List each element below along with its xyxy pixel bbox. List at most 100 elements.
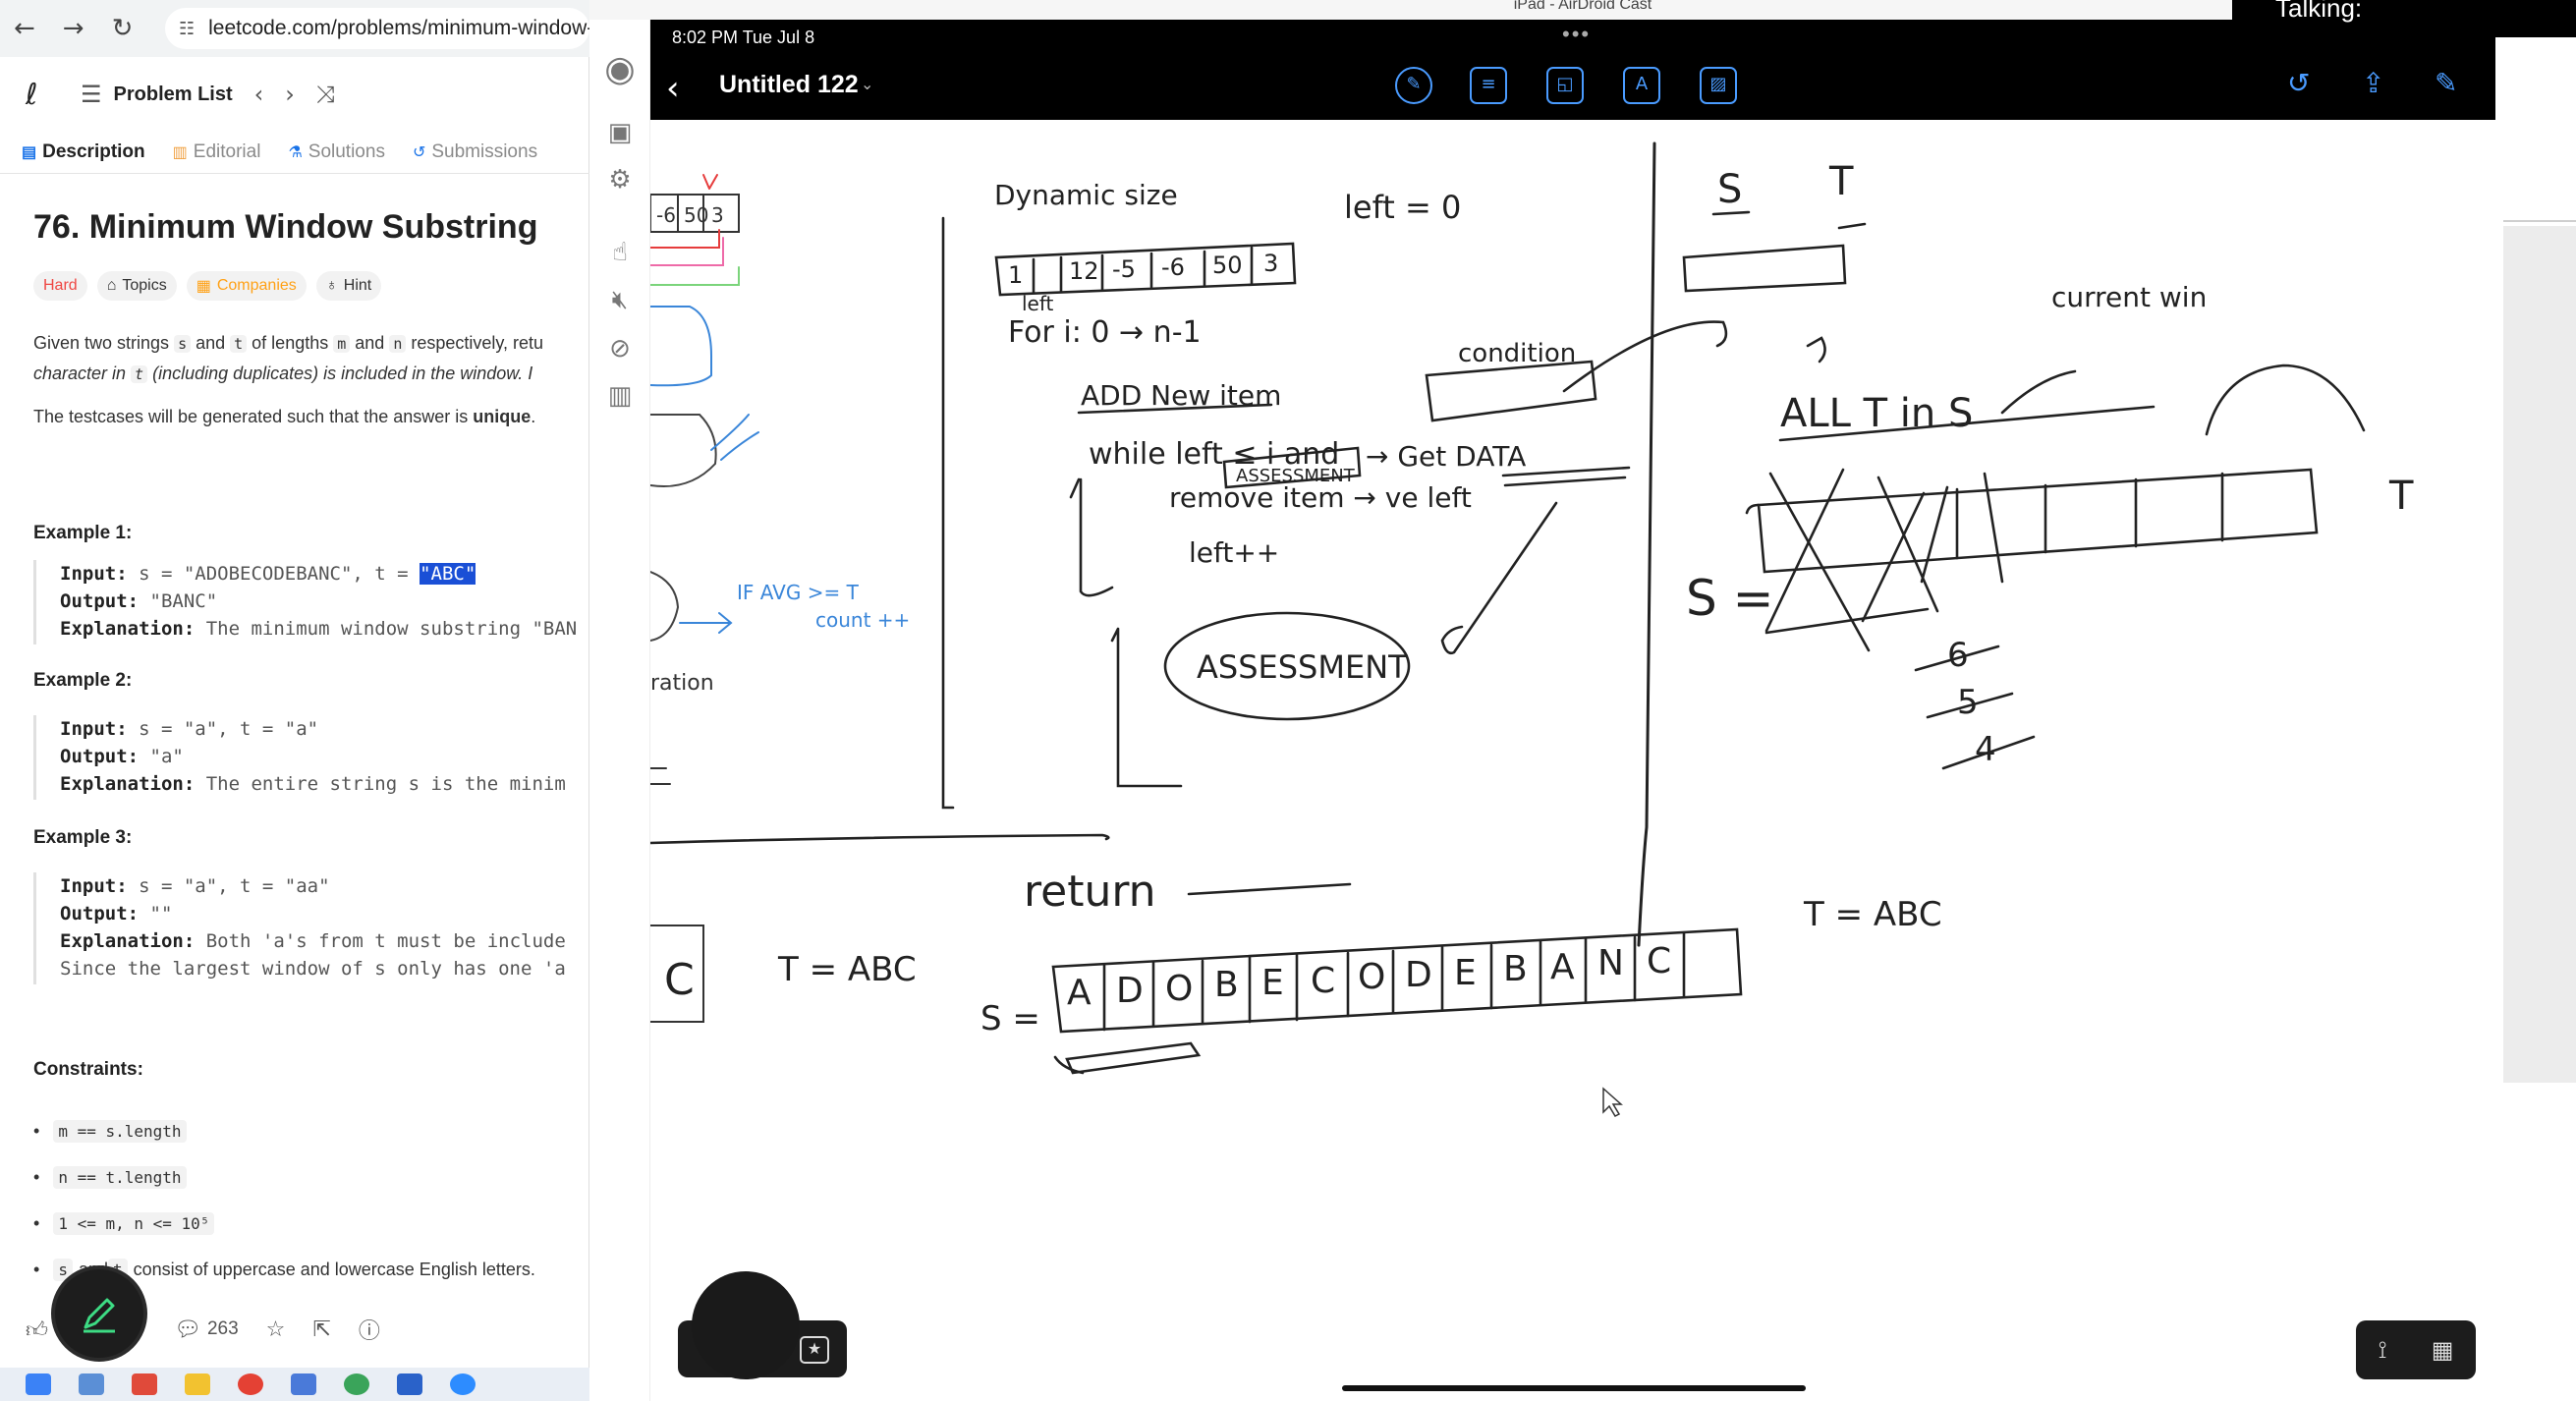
constraint-code: n == t.length xyxy=(53,1166,187,1189)
next-problem-icon[interactable]: › xyxy=(285,81,295,108)
svg-text:C: C xyxy=(664,955,695,1005)
site-info-icon[interactable]: ☷ xyxy=(179,19,195,39)
app-icon[interactable] xyxy=(132,1373,157,1395)
grid-icon[interactable]: ▦ xyxy=(2432,1336,2454,1364)
tab-label: Solutions xyxy=(308,141,385,162)
note-cell: 50 xyxy=(1212,252,1243,279)
zoom-icon[interactable] xyxy=(450,1373,476,1395)
pencil-knob[interactable] xyxy=(692,1271,800,1379)
problem-tabs: ▤ Description ▥ Editorial ⚗ Solutions ↺ Subm… xyxy=(22,136,589,169)
talking-indicator: Talking: xyxy=(2232,0,2576,37)
app-icon[interactable] xyxy=(344,1373,369,1395)
tab-solutions[interactable]: ⚗ Solutions xyxy=(288,136,385,169)
thumbs-up-icon[interactable]: 👍︎ xyxy=(26,1317,48,1343)
note-cell: 50 xyxy=(684,203,708,227)
comment-icon: 💬︎ xyxy=(174,1317,201,1342)
tab-description[interactable]: ▤ Description xyxy=(22,136,145,169)
example-1-block: Input: s = "ADOBECODEBANC", t = "ABC" Ou… xyxy=(33,560,589,644)
value: s = "a", t = "aa" xyxy=(127,875,330,897)
note-text: S = xyxy=(1686,570,1774,627)
s-letter: A xyxy=(1067,973,1092,1013)
address-bar[interactable]: ☷ leetcode.com/problems/minimum-window- xyxy=(165,8,589,49)
lightbulb-icon: ♁ xyxy=(325,277,338,294)
chrome-icon[interactable] xyxy=(238,1373,263,1395)
list-icon: ☰ xyxy=(81,81,102,108)
share-icon[interactable]: ⇪ xyxy=(2362,67,2384,99)
touch-icon[interactable]: ☝ xyxy=(603,238,637,271)
example-input: Input: s = "a", t = "a" xyxy=(60,715,589,743)
history-icon: ↺ xyxy=(412,144,426,161)
outlook-icon[interactable] xyxy=(397,1373,422,1395)
back-chevron-icon[interactable]: ‹ xyxy=(666,69,680,108)
constraints-list: m == s.length n == t.length 1 <= m, n <=… xyxy=(33,1108,589,1293)
partial-left-notes: -6 50 3 IF AVG >= T count ++ ration C T … xyxy=(650,174,917,1023)
document-title[interactable]: Untitled 122 xyxy=(719,71,859,99)
shuffle-icon[interactable]: ⤨ xyxy=(316,81,335,108)
companies-tag[interactable]: ▦ Companies xyxy=(186,271,307,301)
example-2-block: Input: s = "a", t = "a" Output: "a" Expl… xyxy=(33,715,589,800)
more-dots-icon[interactable]: ••• xyxy=(1562,22,1591,47)
pen-tool-icon[interactable]: ✎ xyxy=(1395,67,1432,104)
label: Output: xyxy=(60,590,140,612)
book-icon[interactable]: ▥ xyxy=(603,381,637,415)
gear-icon[interactable]: ⚙ xyxy=(603,165,637,198)
s-letter: N xyxy=(1597,943,1624,983)
s-letter: C xyxy=(1311,961,1335,1001)
text: character in xyxy=(33,364,132,383)
hint-tag[interactable]: ♁ Hint xyxy=(315,271,382,301)
star-icon[interactable]: ☆ xyxy=(266,1317,286,1342)
text: and xyxy=(191,333,231,353)
leetcode-logo-icon[interactable]: ℓ xyxy=(26,78,59,112)
image-icon[interactable]: ▨ xyxy=(1700,67,1737,104)
note-text: left = 0 xyxy=(1344,189,1461,226)
lasso-icon[interactable]: ⟟ xyxy=(2379,1336,2387,1364)
handwriting-canvas[interactable]: -6 50 3 IF AVG >= T count ++ ration C T … xyxy=(650,120,2495,1401)
tab-submissions[interactable]: ↺ Submissions xyxy=(413,136,537,169)
start-icon[interactable] xyxy=(26,1373,51,1395)
comments-button[interactable]: 💬︎ 263 xyxy=(174,1317,239,1342)
document-icon: ▤ xyxy=(22,144,37,161)
chevron-down-icon[interactable]: ⌄ xyxy=(861,75,873,94)
note-cell: -6 xyxy=(1161,253,1185,281)
note-text: 4 xyxy=(1975,730,1996,769)
status-time: 8:02 PM Tue Jul 8 xyxy=(672,28,815,47)
help-icon[interactable]: ⓘ xyxy=(359,1314,380,1345)
s-letter: O xyxy=(1165,969,1193,1009)
reload-icon[interactable]: ↻ xyxy=(112,14,134,43)
folder-icon[interactable] xyxy=(185,1373,210,1395)
topics-tag[interactable]: ⌂ Topics xyxy=(96,271,177,301)
problem-list-link[interactable]: ☰ Problem List xyxy=(81,81,233,108)
notes-icon[interactable]: ≡ xyxy=(1470,67,1507,104)
url-text: leetcode.com/problems/minimum-window- xyxy=(208,17,589,39)
text-tool-icon[interactable]: A xyxy=(1623,67,1660,104)
value: The entire string s is the minim xyxy=(195,773,566,795)
tab-label: Submissions xyxy=(431,141,538,162)
share-icon[interactable]: ⇱ xyxy=(312,1317,330,1342)
mic-mute-icon[interactable]: ⊘ xyxy=(603,334,637,367)
prev-problem-icon[interactable]: ‹ xyxy=(254,81,264,108)
comments-count: 263 xyxy=(206,1318,239,1339)
note-text: ration xyxy=(650,671,714,696)
annotate-pen-button[interactable] xyxy=(51,1265,147,1362)
cast-icon[interactable]: ▣ xyxy=(603,118,637,151)
example-output: Output: "a" xyxy=(60,743,589,770)
book-icon: ▥ xyxy=(172,144,188,161)
note-cell: -6 xyxy=(656,203,676,227)
label: Explanation: xyxy=(60,618,196,640)
note-text: left xyxy=(1022,292,1054,315)
divider xyxy=(2503,220,2576,222)
shapes-icon[interactable]: ◱ xyxy=(1546,67,1584,104)
value: "" xyxy=(139,903,173,925)
tab-editorial[interactable]: ▥ Editorial xyxy=(173,136,261,169)
calculator-icon[interactable] xyxy=(79,1373,104,1395)
note-text: 5 xyxy=(1957,683,1979,722)
speaker-mute-icon[interactable]: 🔇︎ xyxy=(603,285,637,318)
forward-arrow-icon[interactable]: → xyxy=(63,14,84,43)
favorite-star-icon[interactable]: ★ xyxy=(800,1336,829,1364)
mouse-cursor-icon xyxy=(1602,1087,1623,1117)
back-arrow-icon[interactable]: ← xyxy=(14,14,35,43)
avatar-icon[interactable]: ◉ xyxy=(603,49,637,89)
undo-icon[interactable]: ↺ xyxy=(2287,67,2310,99)
compose-icon[interactable]: ✎ xyxy=(2435,67,2457,99)
calendar-icon[interactable] xyxy=(291,1373,316,1395)
